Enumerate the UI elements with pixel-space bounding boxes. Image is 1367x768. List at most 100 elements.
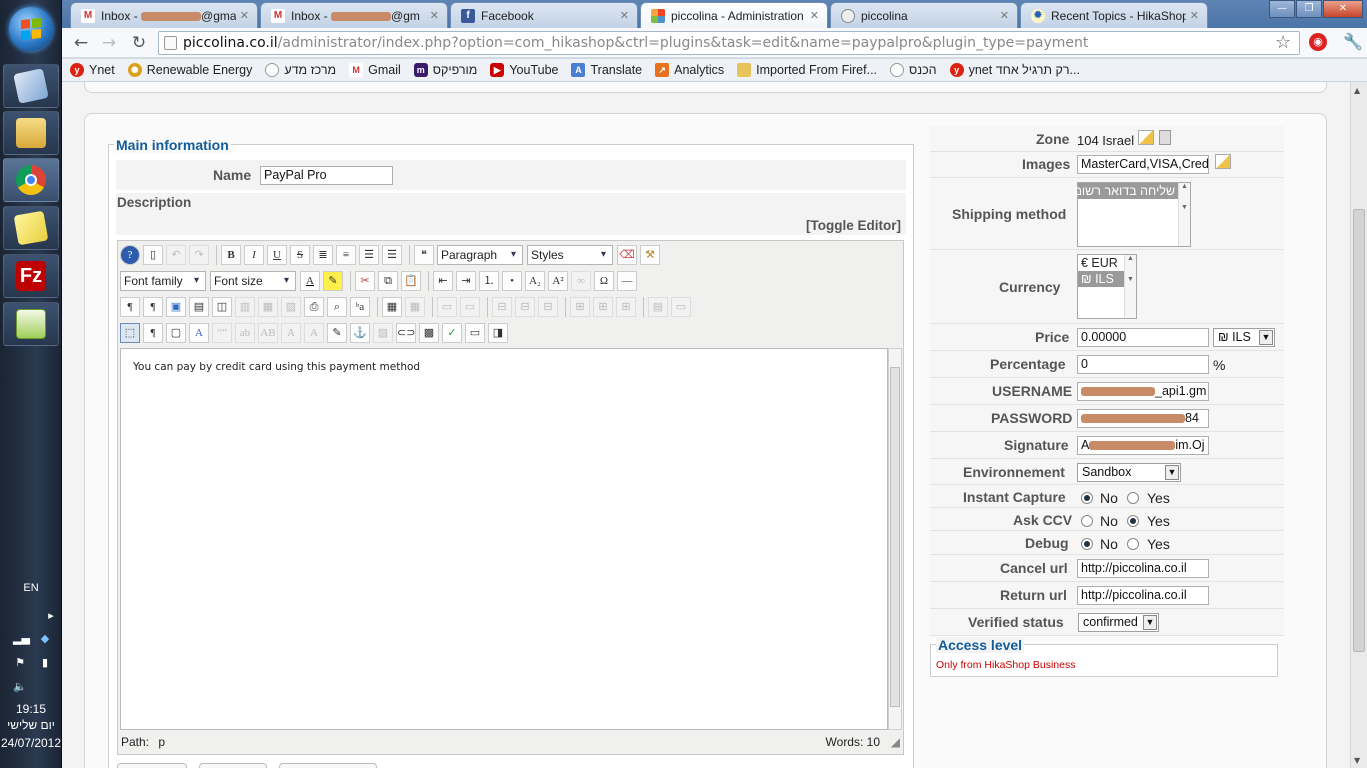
align-right-icon[interactable]: ☰ [382,245,402,265]
tab-hikashop[interactable]: ✹ Recent Topics - HikaShop ✕ [1020,2,1208,28]
show-blocks-icon[interactable]: ¶ [143,323,163,343]
styleprops-icon[interactable]: A [189,323,209,343]
cut-icon[interactable]: ✂ [355,271,375,291]
close-tab-icon[interactable]: ✕ [240,9,249,22]
volume-icon[interactable]: 🔈 [13,681,27,693]
bookmark-ynet-exercise[interactable]: y ynet רק תרגיל אחד... [949,63,1080,77]
back-icon[interactable]: ← [70,33,92,53]
tab-facebook[interactable]: f Facebook ✕ [450,2,638,28]
template-icon[interactable]: ▤ [189,297,209,317]
text-color-icon[interactable]: A [300,271,320,291]
strikethrough-icon[interactable]: S [290,245,310,265]
path-value[interactable]: p [158,735,165,749]
percentage-input[interactable]: 0 [1077,355,1209,374]
italic-icon[interactable]: I [244,245,264,265]
image-icon[interactable]: ▨ [373,323,393,343]
verified-status-select[interactable]: confirmed ▼ [1078,613,1159,632]
close-tab-icon[interactable]: ✕ [1190,9,1199,22]
paste-icon[interactable]: 📋 [401,271,421,291]
bold-icon[interactable]: B [221,245,241,265]
highlight-color-icon[interactable]: ✎ [323,271,343,291]
maximize-icon[interactable]: ❐ [1296,0,1322,18]
row-after-icon[interactable]: ⊟ [515,297,535,317]
font-size-select[interactable]: Font size [210,271,296,291]
return-url-input[interactable]: http://piccolina.co.il [1077,586,1209,605]
signal-icon[interactable]: ▂▄ [13,633,30,645]
close-tab-icon[interactable]: ✕ [620,9,629,22]
move-backward-icon[interactable]: ▧ [281,297,301,317]
extension-icon[interactable]: ◉ [1309,33,1327,51]
price-currency-select[interactable]: ₪ ILS ▼ [1213,328,1275,347]
row-before-icon[interactable]: ⊟ [492,297,512,317]
resize-handle-icon[interactable]: ◢ [891,732,900,752]
taskbar-app-sticky-notes[interactable] [3,206,59,250]
name-input[interactable]: PayPal Pro [260,166,393,185]
read-more-icon[interactable]: ◨ [488,323,508,343]
taskbar-app-explorer[interactable] [3,111,59,155]
outdent-icon[interactable]: ⇤ [433,271,453,291]
underline-icon[interactable]: U [267,245,287,265]
price-input[interactable]: 0.00000 [1077,328,1209,347]
cancel-url-input[interactable]: http://piccolina.co.il [1077,559,1209,578]
insert-table-icon[interactable]: ▦ [382,297,402,317]
bottom-button-1[interactable] [117,763,187,768]
currency-listbox[interactable]: € EUR ₪ ILS ▲ ▼ [1077,254,1137,319]
split-cells-icon[interactable]: ▤ [648,297,668,317]
bottom-button-3[interactable] [279,763,377,768]
special-char-icon[interactable]: Ω [594,271,614,291]
editor-content-area[interactable]: You can pay by credit card using this pa… [120,348,888,730]
ask-ccv-no-label[interactable]: No [1100,513,1118,529]
row-props-icon[interactable]: ▭ [437,297,457,317]
subscript-icon[interactable]: A₂ [525,271,545,291]
bottom-button-2[interactable] [199,763,267,768]
numbered-list-icon[interactable]: ⒈ [479,271,499,291]
taskbar-app-notebook[interactable] [3,64,59,108]
indent-icon[interactable]: ⇥ [456,271,476,291]
page-scrollbar-thumb[interactable] [1353,209,1365,652]
delete-text-icon[interactable]: A [281,323,301,343]
edit-zone-icon[interactable] [1138,130,1154,145]
ltr-icon[interactable]: ¶ [120,297,140,317]
taskbar-app-chrome[interactable] [3,158,59,202]
debug-yes-radio[interactable] [1127,538,1139,550]
cleanup-icon[interactable]: ⚒ [640,245,660,265]
horizontal-rule-icon[interactable]: — [617,271,637,291]
wrench-menu-icon[interactable]: 🔧 [1343,32,1363,51]
cite-icon[interactable]: “” [212,323,232,343]
search-icon[interactable]: ⌕ [327,297,347,317]
close-tab-icon[interactable]: ✕ [430,9,439,22]
help-icon[interactable]: ? [120,245,140,265]
instant-capture-no-radio[interactable] [1081,492,1093,504]
move-forward-icon[interactable]: ▦ [258,297,278,317]
insert-text-icon[interactable]: A [304,323,324,343]
rtl-icon[interactable]: ¶ [143,297,163,317]
cell-props-icon[interactable]: ▭ [460,297,480,317]
page-break-icon[interactable]: ▭ [465,323,485,343]
language-indicator[interactable]: EN [0,582,62,594]
taskbar-app-notepadpp[interactable] [3,302,59,346]
bullet-list-icon[interactable]: • [502,271,522,291]
username-input[interactable]: _api1.gm [1077,382,1209,401]
bookmark-gmail[interactable]: M Gmail [349,63,401,77]
format-select[interactable]: Paragraph [437,245,523,265]
scroll-up-icon[interactable]: ▲ [1354,86,1360,95]
align-left-icon[interactable]: ☰ [359,245,379,265]
bookmark-renewable-energy[interactable]: ✺ Renewable Energy [127,63,252,77]
col-before-icon[interactable]: ⊞ [570,297,590,317]
anchor-icon[interactable]: ⚓ [350,323,370,343]
attributes-icon[interactable]: ✎ [327,323,347,343]
page-scrollbar[interactable]: ▲ ▼ [1350,82,1367,768]
listbox-scrollbar[interactable]: ▲ ▼ [1124,255,1136,318]
delete-col-icon[interactable]: ⊞ [616,297,636,317]
copy-icon[interactable]: ⧉ [378,271,398,291]
bookmark-star-icon[interactable]: ☆ [1275,32,1291,53]
eraser-icon[interactable]: ⌫ [617,245,637,265]
acronym-icon[interactable]: AB [258,323,278,343]
bookmark-youtube[interactable]: ▶ YouTube [490,63,558,77]
align-center-icon[interactable]: ≡ [336,245,356,265]
ask-ccv-no-radio[interactable] [1081,515,1093,527]
dropbox-icon[interactable]: ◆ [38,633,52,645]
currency-option-ils[interactable]: ₪ ILS [1078,271,1124,287]
taskbar-app-filezilla[interactable]: Fz [3,254,59,298]
password-input[interactable]: 84 [1077,409,1209,428]
